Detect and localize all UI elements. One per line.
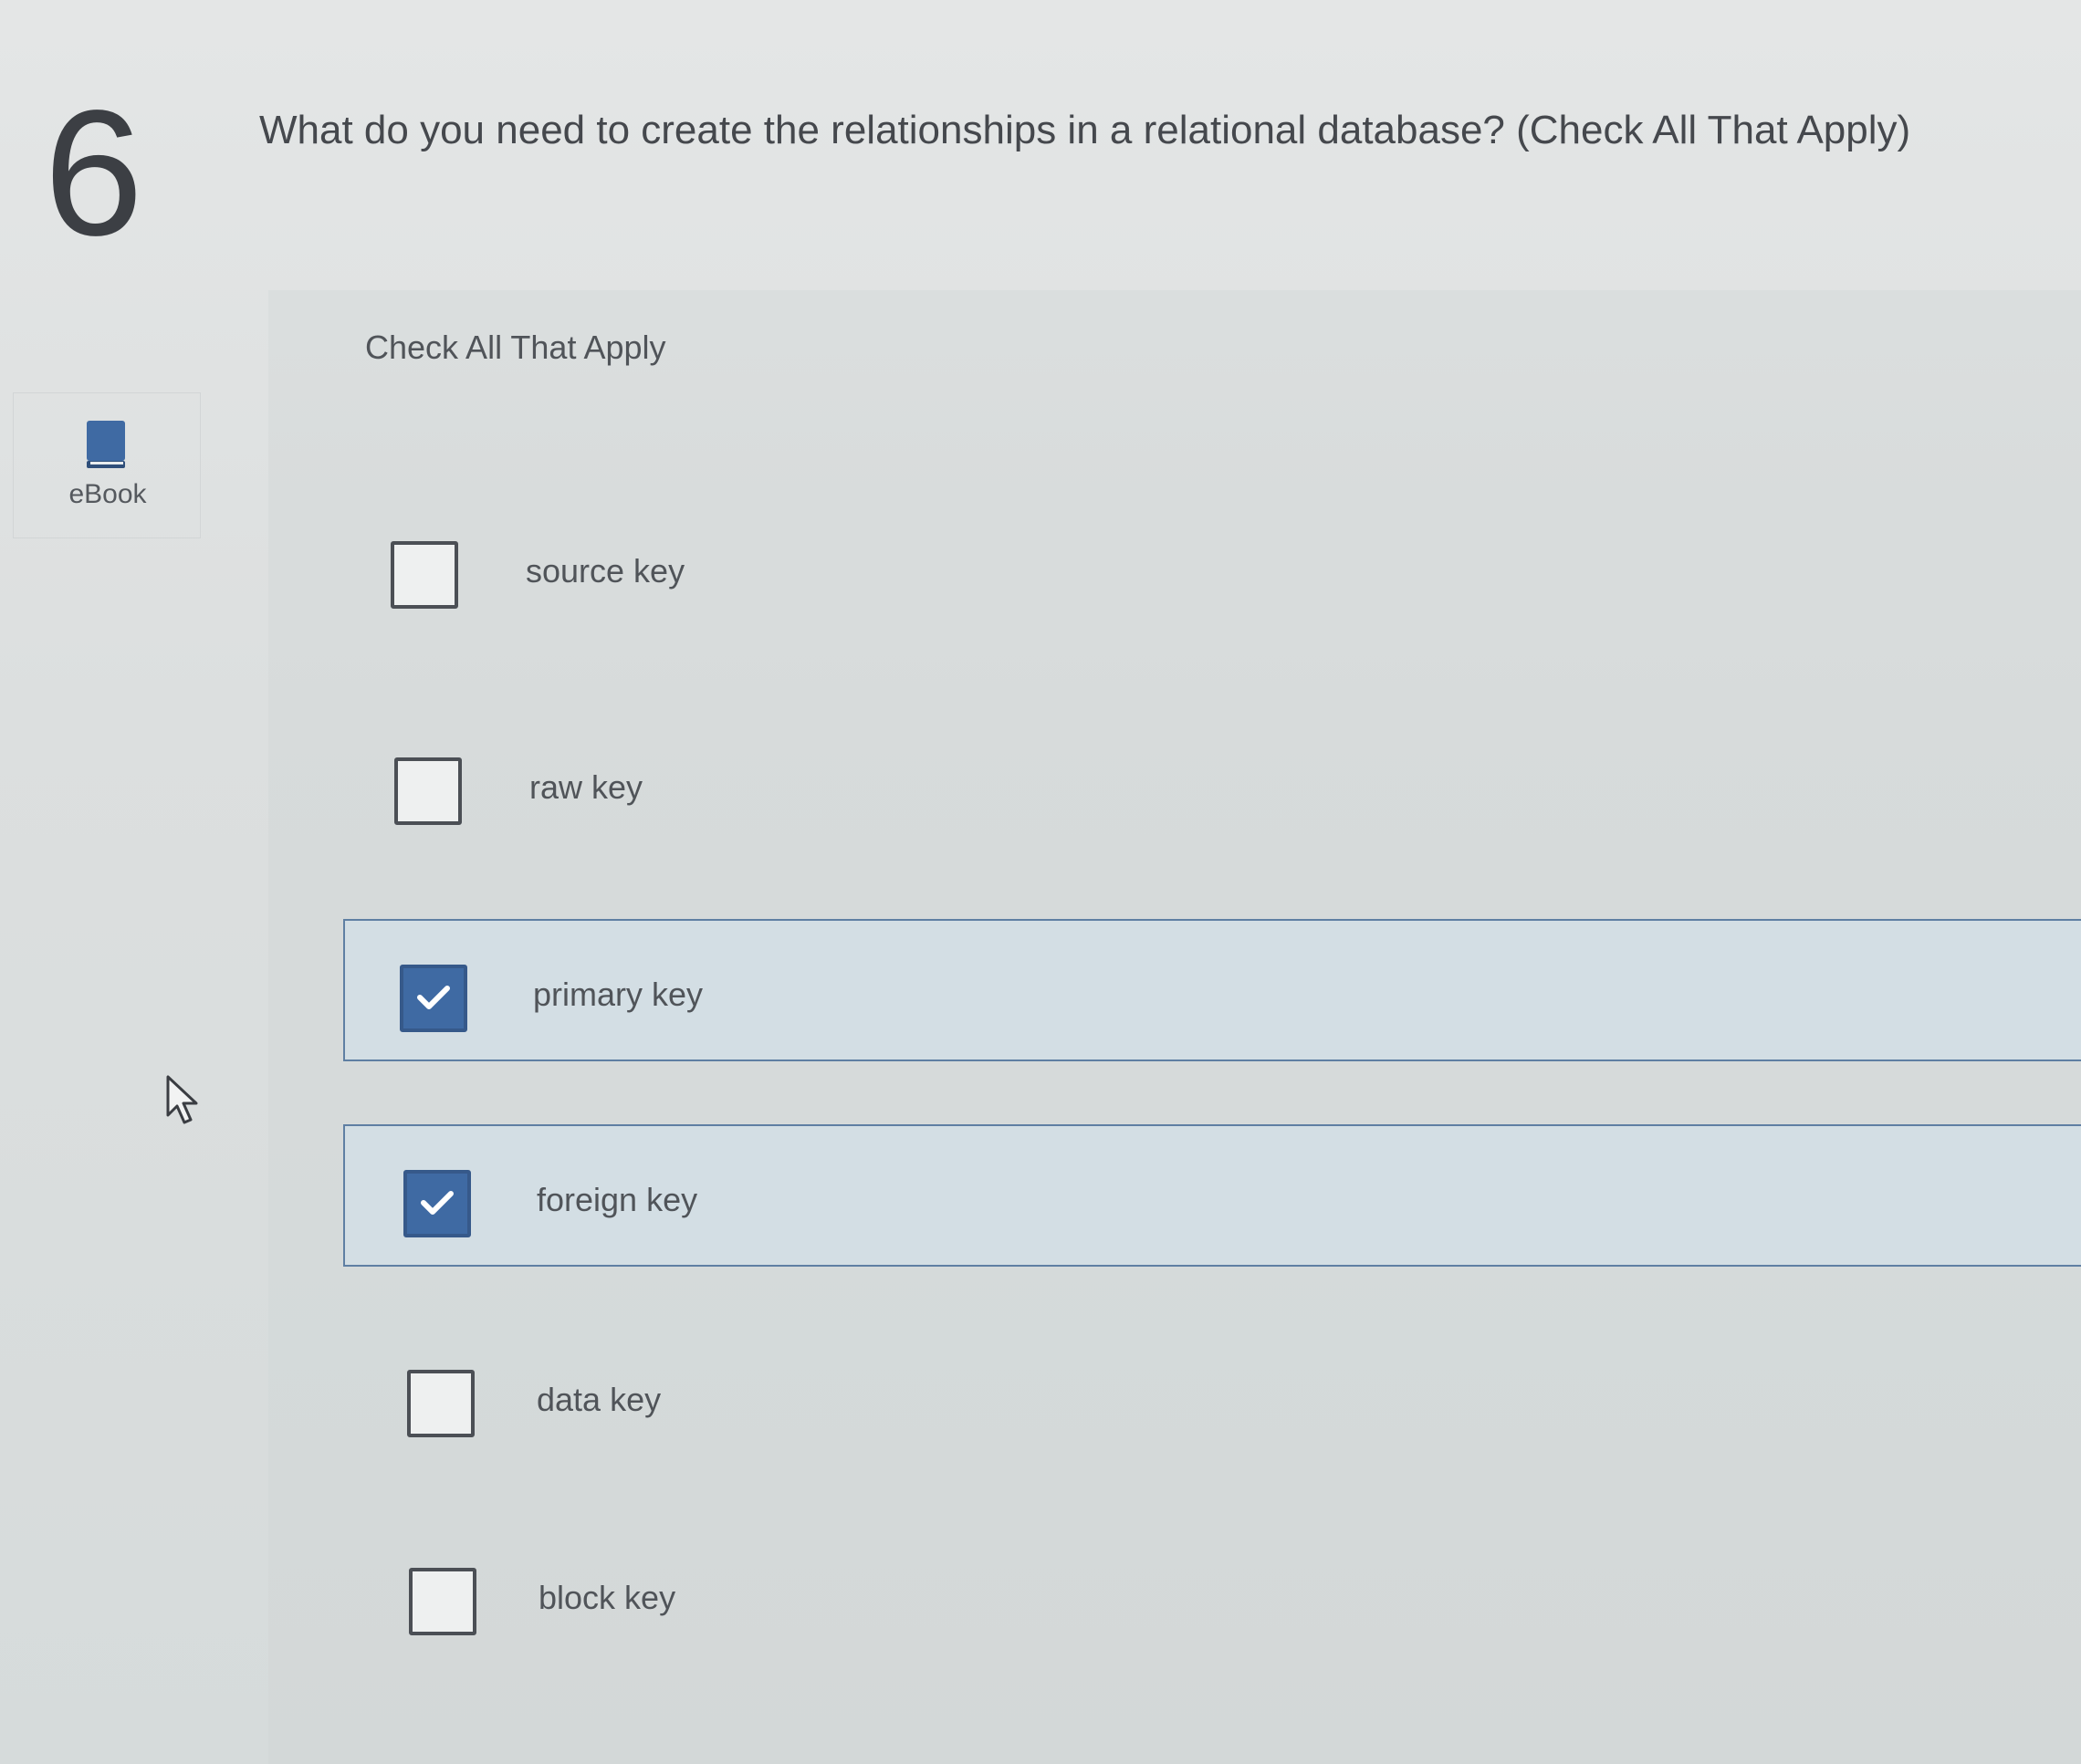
book-icon [87,421,125,468]
option-block-key[interactable]: block key [343,1524,2081,1666]
checkbox-raw-key[interactable] [394,757,462,825]
checkbox-data-key[interactable] [407,1370,475,1437]
instruction-text: Check All That Apply [365,329,666,366]
option-label: raw key [529,768,643,806]
mouse-cursor-icon [166,1075,198,1124]
checkbox-source-key[interactable] [391,541,458,609]
option-foreign-key[interactable]: foreign key [343,1124,2081,1267]
ebook-button[interactable]: eBook [13,392,201,538]
checkbox-foreign-key[interactable] [403,1170,471,1237]
option-label: data key [537,1381,662,1418]
question-text: What do you need to create the relations… [259,108,1911,152]
option-label: foreign key [537,1181,698,1218]
checkbox-primary-key[interactable] [400,965,467,1032]
option-source-key[interactable]: source key [343,497,2081,640]
option-label: primary key [533,976,704,1013]
option-primary-key[interactable]: primary key [343,919,2081,1061]
question-number: 6 [44,73,144,273]
checkbox-block-key[interactable] [409,1568,476,1635]
checkmark-icon [417,986,450,1009]
checkmark-icon [421,1191,454,1215]
option-data-key[interactable]: data key [343,1326,2081,1468]
option-raw-key[interactable]: raw key [343,714,2081,856]
option-label: block key [539,1579,676,1616]
ebook-label: eBook [68,479,147,509]
option-label: source key [526,552,685,590]
